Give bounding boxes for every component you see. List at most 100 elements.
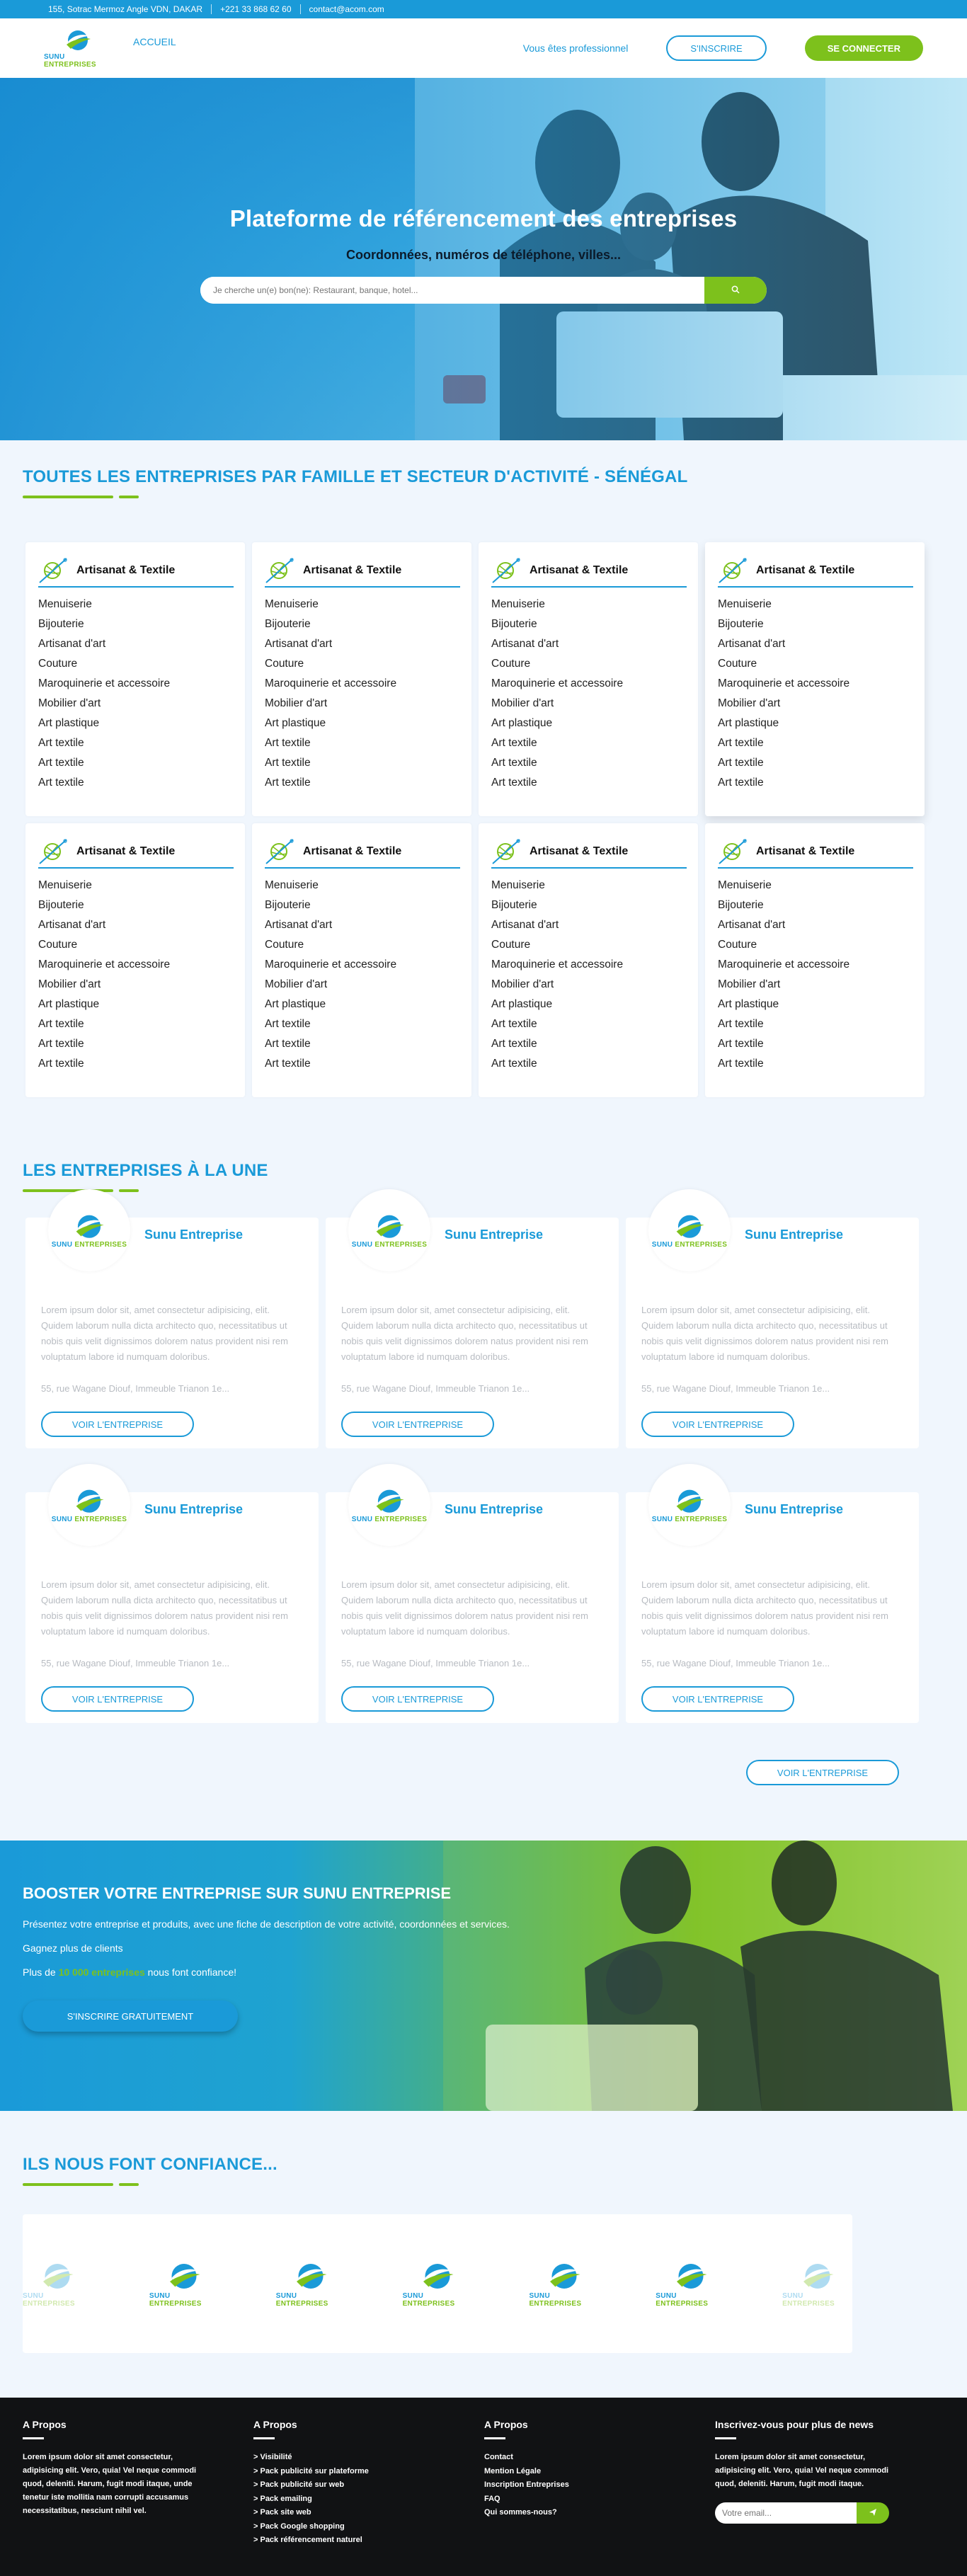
company-logo[interactable]: SUNU ENTREPRISES (348, 1189, 430, 1271)
company-name[interactable]: Sunu Entreprise (445, 1502, 543, 1517)
footer-link[interactable]: > Pack référencement naturel (253, 2534, 484, 2548)
category-item[interactable]: Couture (718, 935, 913, 955)
category-item[interactable]: Art textile (38, 1054, 234, 1074)
category-item[interactable]: Couture (265, 935, 460, 955)
category-item[interactable]: Mobilier d'art (718, 975, 913, 995)
category-item[interactable]: Maroquinerie et accessoire (718, 955, 913, 975)
category-item[interactable]: Artisanat d'art (491, 634, 687, 654)
category-item[interactable]: Couture (491, 935, 687, 955)
category-item[interactable]: Mobilier d'art (38, 694, 234, 714)
site-logo[interactable]: SUNU ENTREPRISES (44, 28, 112, 69)
category-item[interactable]: Menuiserie (718, 876, 913, 895)
category-item[interactable]: Maroquinerie et accessoire (265, 955, 460, 975)
category-item[interactable]: Art plastique (491, 995, 687, 1014)
category-item[interactable]: Art textile (38, 1014, 234, 1034)
category-item[interactable]: Artisanat d'art (491, 915, 687, 935)
company-name[interactable]: Sunu Entreprise (144, 1502, 243, 1517)
category-item[interactable]: Art textile (265, 1014, 460, 1034)
category-item[interactable]: Artisanat d'art (265, 634, 460, 654)
category-item[interactable]: Art plastique (718, 995, 913, 1014)
footer-link[interactable]: Inscription Entreprises (484, 2478, 715, 2492)
category-item[interactable]: Bijouterie (38, 895, 234, 915)
category-item[interactable]: Mobilier d'art (265, 694, 460, 714)
company-logo[interactable]: SUNU ENTREPRISES (648, 1189, 731, 1271)
phone-text[interactable]: +221 33 868 62 60 (212, 4, 301, 14)
category-item[interactable]: Maroquinerie et accessoire (491, 955, 687, 975)
category-item[interactable]: Mobilier d'art (718, 694, 913, 714)
category-item[interactable]: Mobilier d'art (38, 975, 234, 995)
category-item[interactable]: Couture (38, 935, 234, 955)
search-button[interactable] (704, 277, 767, 304)
category-item[interactable]: Maroquinerie et accessoire (718, 674, 913, 694)
category-item[interactable]: Art textile (265, 753, 460, 773)
category-item[interactable]: Art textile (718, 1014, 913, 1034)
category-item[interactable]: Art textile (718, 753, 913, 773)
footer-link[interactable]: > Pack publicité sur web (253, 2478, 484, 2492)
category-title[interactable]: Artisanat & Textile (756, 845, 854, 858)
search-input[interactable] (200, 277, 704, 304)
footer-link[interactable]: Qui sommes-nous? (484, 2506, 715, 2520)
category-item[interactable]: Maroquinerie et accessoire (38, 955, 234, 975)
category-item[interactable]: Art textile (491, 1014, 687, 1034)
category-item[interactable]: Bijouterie (491, 614, 687, 634)
category-item[interactable]: Bijouterie (718, 895, 913, 915)
category-item[interactable]: Art textile (38, 753, 234, 773)
category-item[interactable]: Maroquinerie et accessoire (38, 674, 234, 694)
category-item[interactable]: Art textile (718, 733, 913, 753)
category-title[interactable]: Artisanat & Textile (530, 845, 628, 858)
category-item[interactable]: Art textile (491, 773, 687, 793)
category-item[interactable]: Art plastique (38, 995, 234, 1014)
category-item[interactable]: Art textile (491, 733, 687, 753)
view-company-button[interactable]: VOIR L'ENTREPRISE (641, 1686, 794, 1712)
category-item[interactable]: Couture (265, 654, 460, 674)
category-item[interactable]: Couture (718, 654, 913, 674)
company-logo[interactable]: SUNU ENTREPRISES (48, 1189, 130, 1271)
category-title[interactable]: Artisanat & Textile (530, 564, 628, 577)
partners-carousel[interactable]: SUNU ENTREPRISES SUNU ENTREPRISES SUNU ENT… (23, 2214, 852, 2353)
category-item[interactable]: Menuiserie (265, 595, 460, 614)
company-logo[interactable]: SUNU ENTREPRISES (348, 1464, 430, 1546)
category-item[interactable]: Bijouterie (265, 614, 460, 634)
company-name[interactable]: Sunu Entreprise (745, 1502, 843, 1517)
newsletter-submit-button[interactable] (857, 2502, 889, 2524)
partner-logo[interactable]: SUNU ENTREPRISES (149, 2260, 219, 2308)
category-item[interactable]: Couture (491, 654, 687, 674)
category-item[interactable]: Art plastique (718, 714, 913, 733)
partner-logo[interactable]: SUNU ENTREPRISES (403, 2260, 473, 2308)
category-item[interactable]: Art plastique (265, 995, 460, 1014)
category-item[interactable]: Art textile (718, 1034, 913, 1054)
company-logo[interactable]: SUNU ENTREPRISES (648, 1464, 731, 1546)
signup-free-button[interactable]: S'INSCRIRE GRATUITEMENT (23, 2000, 238, 2032)
category-title[interactable]: Artisanat & Textile (303, 564, 401, 577)
category-item[interactable]: Bijouterie (718, 614, 913, 634)
footer-link[interactable]: Contact (484, 2451, 715, 2465)
view-company-button[interactable]: VOIR L'ENTREPRISE (41, 1686, 194, 1712)
category-item[interactable]: Art textile (718, 773, 913, 793)
partner-logo[interactable]: SUNU ENTREPRISES (276, 2260, 346, 2308)
category-item[interactable]: Menuiserie (38, 595, 234, 614)
category-item[interactable]: Menuiserie (265, 876, 460, 895)
category-item[interactable]: Mobilier d'art (491, 975, 687, 995)
category-item[interactable]: Maroquinerie et accessoire (265, 674, 460, 694)
category-item[interactable]: Menuiserie (491, 595, 687, 614)
category-title[interactable]: Artisanat & Textile (303, 845, 401, 858)
company-name[interactable]: Sunu Entreprise (445, 1227, 543, 1242)
footer-link[interactable]: > Pack publicité sur plateforme (253, 2465, 484, 2479)
view-company-button[interactable]: VOIR L'ENTREPRISE (641, 1412, 794, 1437)
view-company-button[interactable]: VOIR L'ENTREPRISE (341, 1686, 494, 1712)
company-name[interactable]: Sunu Entreprise (745, 1227, 843, 1242)
category-item[interactable]: Art textile (265, 1034, 460, 1054)
signup-button[interactable]: S'INSCRIRE (666, 35, 767, 61)
category-item[interactable]: Couture (38, 654, 234, 674)
login-button[interactable]: SE CONNECTER (804, 35, 923, 61)
category-item[interactable]: Artisanat d'art (718, 915, 913, 935)
footer-link[interactable]: > Pack Google shopping (253, 2520, 484, 2534)
category-item[interactable]: Maroquinerie et accessoire (491, 674, 687, 694)
category-item[interactable]: Art plastique (38, 714, 234, 733)
category-item[interactable]: Mobilier d'art (491, 694, 687, 714)
category-item[interactable]: Artisanat d'art (718, 634, 913, 654)
footer-link[interactable]: FAQ (484, 2492, 715, 2507)
partner-logo[interactable]: SUNU ENTREPRISES (23, 2260, 93, 2308)
category-item[interactable]: Art textile (265, 1054, 460, 1074)
partner-logo[interactable]: SUNU ENTREPRISES (529, 2260, 599, 2308)
